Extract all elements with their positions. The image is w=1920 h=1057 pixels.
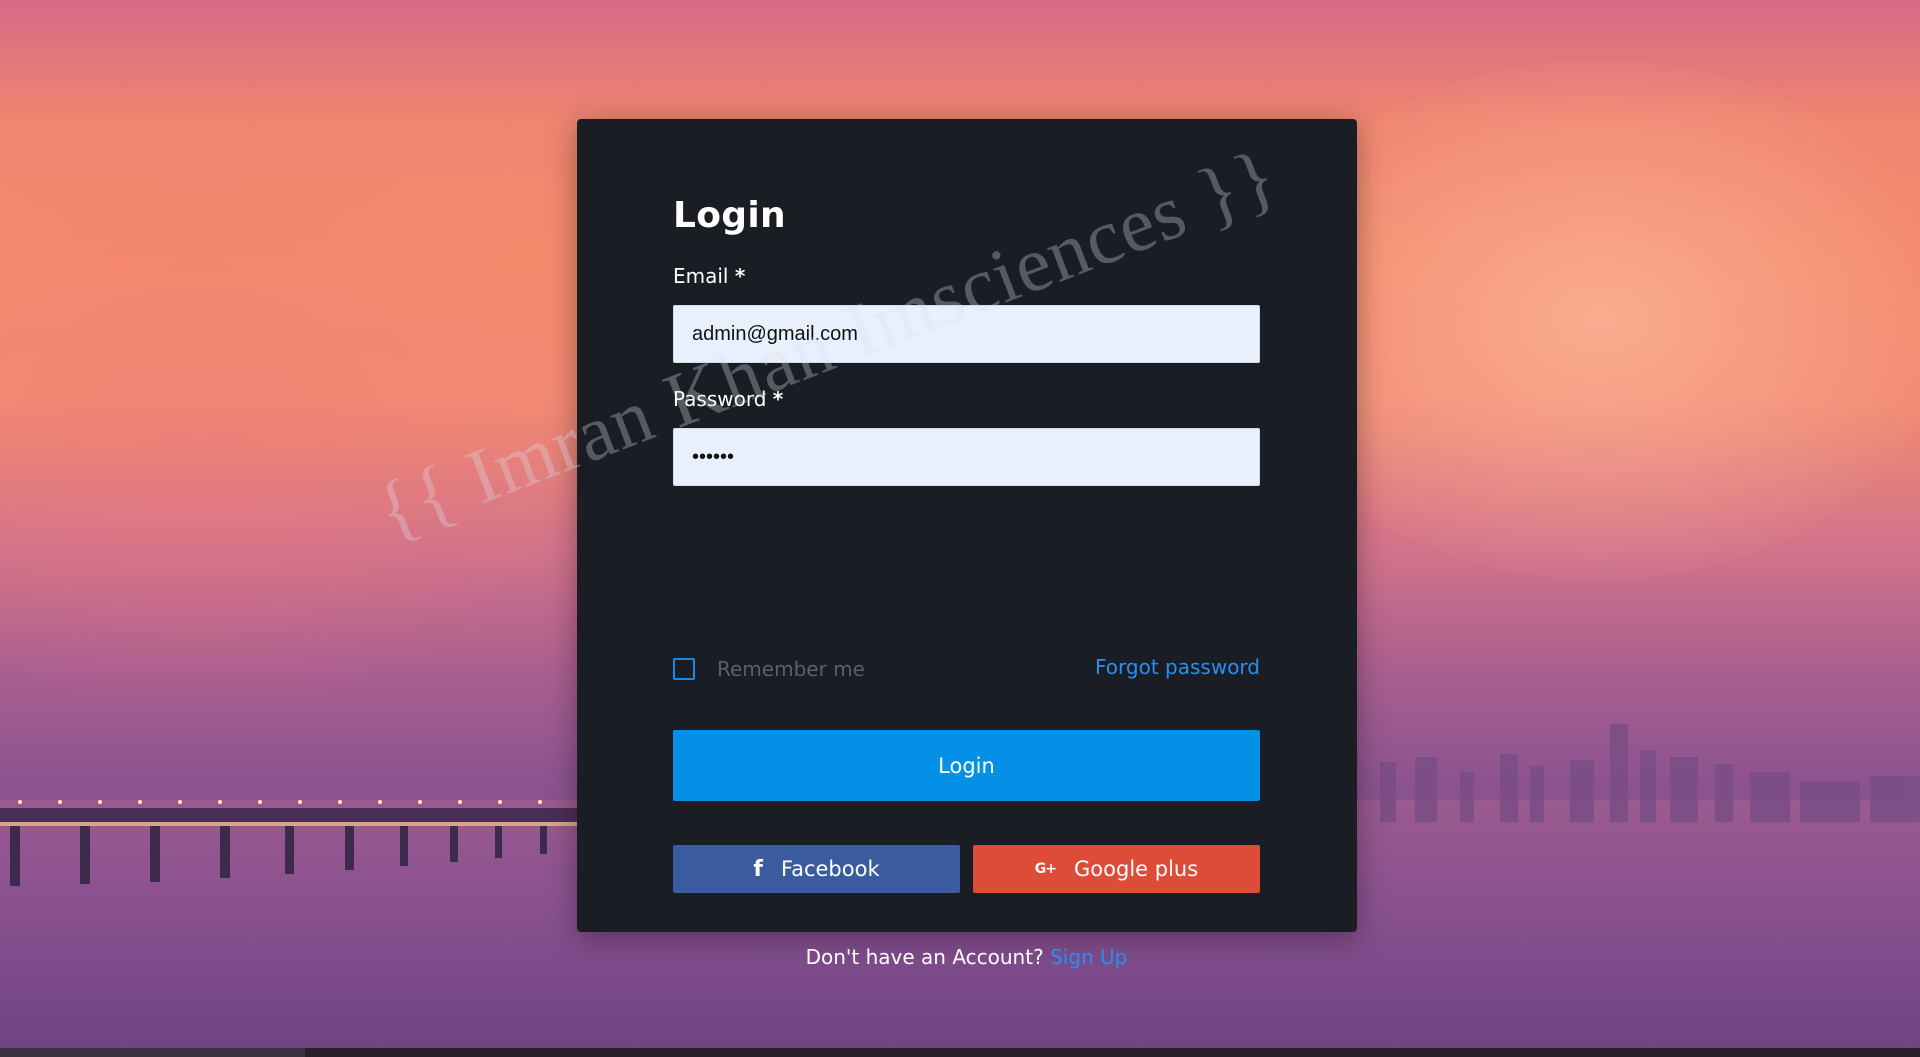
signup-prompt: Don't have an Account? Sign Up (673, 945, 1260, 969)
facebook-label: Facebook (780, 857, 880, 881)
login-card: Login Email * Password * Remember me For… (577, 119, 1357, 969)
remember-me-row: Remember me (673, 657, 865, 681)
email-required-marker: * (734, 264, 746, 288)
bottom-bar (0, 1048, 1920, 1057)
city-skyline (1330, 724, 1920, 822)
password-label-text: Password (673, 387, 767, 411)
facebook-icon: f (753, 856, 763, 882)
google-plus-label: Google plus (1074, 857, 1199, 881)
google-plus-icon: G+ (1034, 861, 1057, 877)
password-label: Password * (673, 387, 783, 411)
bridge-silhouette (0, 800, 600, 886)
password-field[interactable] (673, 428, 1260, 486)
sign-up-link[interactable]: Sign Up (1050, 945, 1127, 969)
remember-me-checkbox[interactable] (673, 658, 695, 680)
google-plus-login-button[interactable]: G+ Google plus (973, 845, 1260, 893)
email-field[interactable] (673, 305, 1260, 363)
password-required-marker: * (772, 387, 784, 411)
email-label: Email * (673, 264, 745, 288)
facebook-login-button[interactable]: f Facebook (673, 845, 960, 893)
page-title: Login (673, 195, 786, 236)
login-button[interactable]: Login (673, 730, 1260, 801)
social-login-row: f Facebook G+ Google plus (673, 845, 1260, 893)
email-label-text: Email (673, 264, 729, 288)
sky-glow-left (0, 120, 600, 720)
signup-prompt-text: Don't have an Account? (805, 945, 1044, 969)
forgot-password-link[interactable]: Forgot password (1095, 655, 1260, 679)
bottom-bar-segment (0, 1048, 305, 1057)
remember-me-label[interactable]: Remember me (717, 657, 865, 681)
